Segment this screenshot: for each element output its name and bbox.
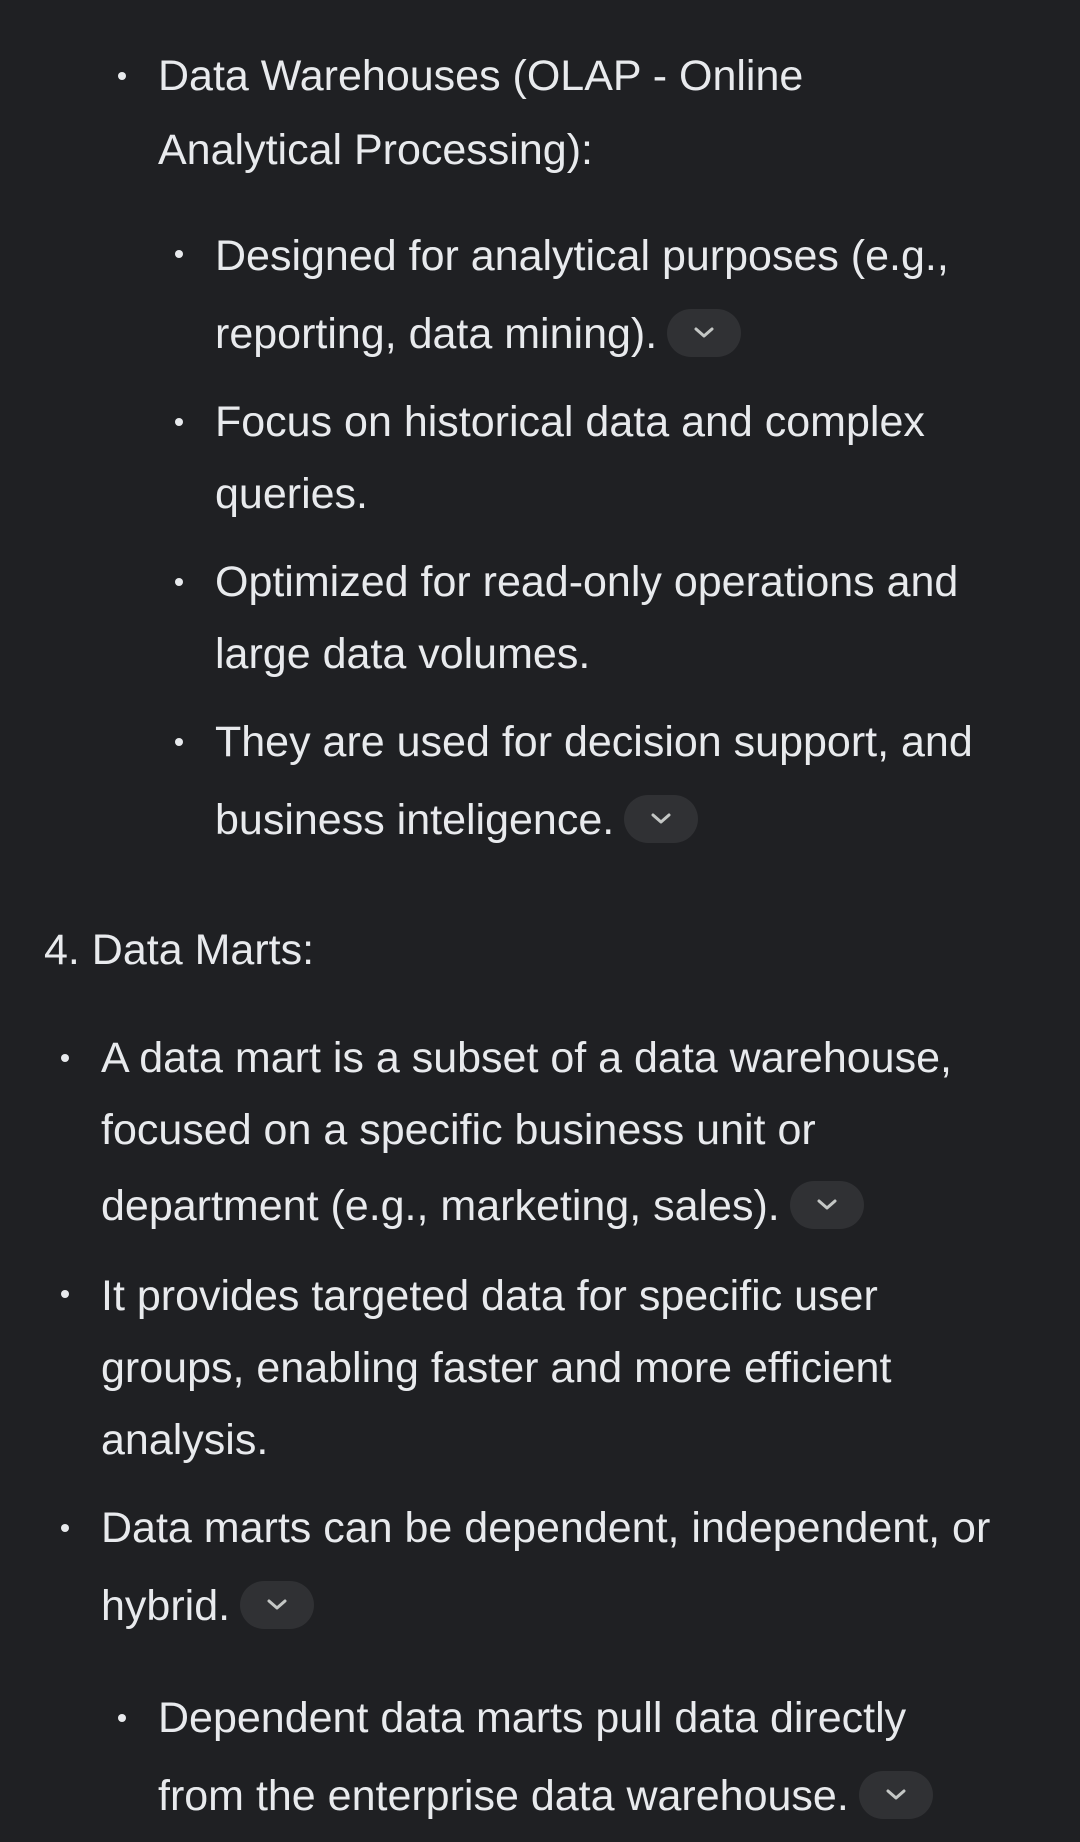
bullet-dot xyxy=(118,72,126,80)
source-chip-button[interactable] xyxy=(789,1180,864,1229)
list-item-text: It provides targeted data for specific u… xyxy=(101,1272,878,1320)
source-chip-button[interactable] xyxy=(624,794,699,843)
list-item-olap-title-line2: Analytical Processing): xyxy=(158,126,593,174)
chevron-down-icon xyxy=(267,1599,287,1610)
bullet-dot xyxy=(61,1524,69,1532)
bullet-dot xyxy=(175,250,183,258)
list-item-text: focused on a specific business unit or xyxy=(101,1106,816,1154)
list-item-text: department (e.g., marketing, sales). xyxy=(101,1180,864,1233)
source-chip-button[interactable] xyxy=(240,1580,315,1629)
list-item-text: Optimized for read-only operations and xyxy=(215,558,959,606)
section-heading-data-marts: 4. Data Marts: xyxy=(44,926,315,974)
source-chip-button[interactable] xyxy=(667,308,742,357)
list-item-text: Focus on historical data and complex xyxy=(215,398,925,446)
list-item-text: Data marts can be dependent, independent… xyxy=(101,1504,991,1552)
source-chip-button[interactable] xyxy=(858,1770,933,1819)
bullet-dot xyxy=(61,1054,69,1062)
list-item-text: groups, enabling faster and more efficie… xyxy=(101,1344,892,1392)
list-item-olap-title-line1: Data Warehouses (OLAP - Online xyxy=(158,52,804,100)
chevron-down-icon xyxy=(651,813,671,824)
bullet-dot xyxy=(61,1290,69,1298)
chevron-down-icon xyxy=(817,1199,837,1210)
bullet-dot xyxy=(175,578,183,586)
list-item-text: They are used for decision support, and xyxy=(215,718,973,766)
list-item-text: large data volumes. xyxy=(215,630,591,678)
list-item-text: hybrid. xyxy=(101,1580,315,1633)
list-item-text: analysis. xyxy=(101,1416,269,1464)
bullet-dot xyxy=(118,1714,126,1722)
list-item-text: business inteligence. xyxy=(215,794,699,847)
chevron-down-icon xyxy=(694,327,714,338)
list-item-text: Dependent data marts pull data directly xyxy=(158,1694,907,1742)
list-item-text: from the enterprise data warehouse. xyxy=(158,1770,933,1823)
list-item-text: A data mart is a subset of a data wareho… xyxy=(101,1034,952,1082)
bullet-dot xyxy=(175,418,183,426)
list-item-text: reporting, data mining). xyxy=(215,308,742,361)
list-item-text: queries. xyxy=(215,470,368,518)
list-item-text: Designed for analytical purposes (e.g., xyxy=(215,232,949,280)
bullet-dot xyxy=(175,738,183,746)
chevron-down-icon xyxy=(886,1789,906,1800)
